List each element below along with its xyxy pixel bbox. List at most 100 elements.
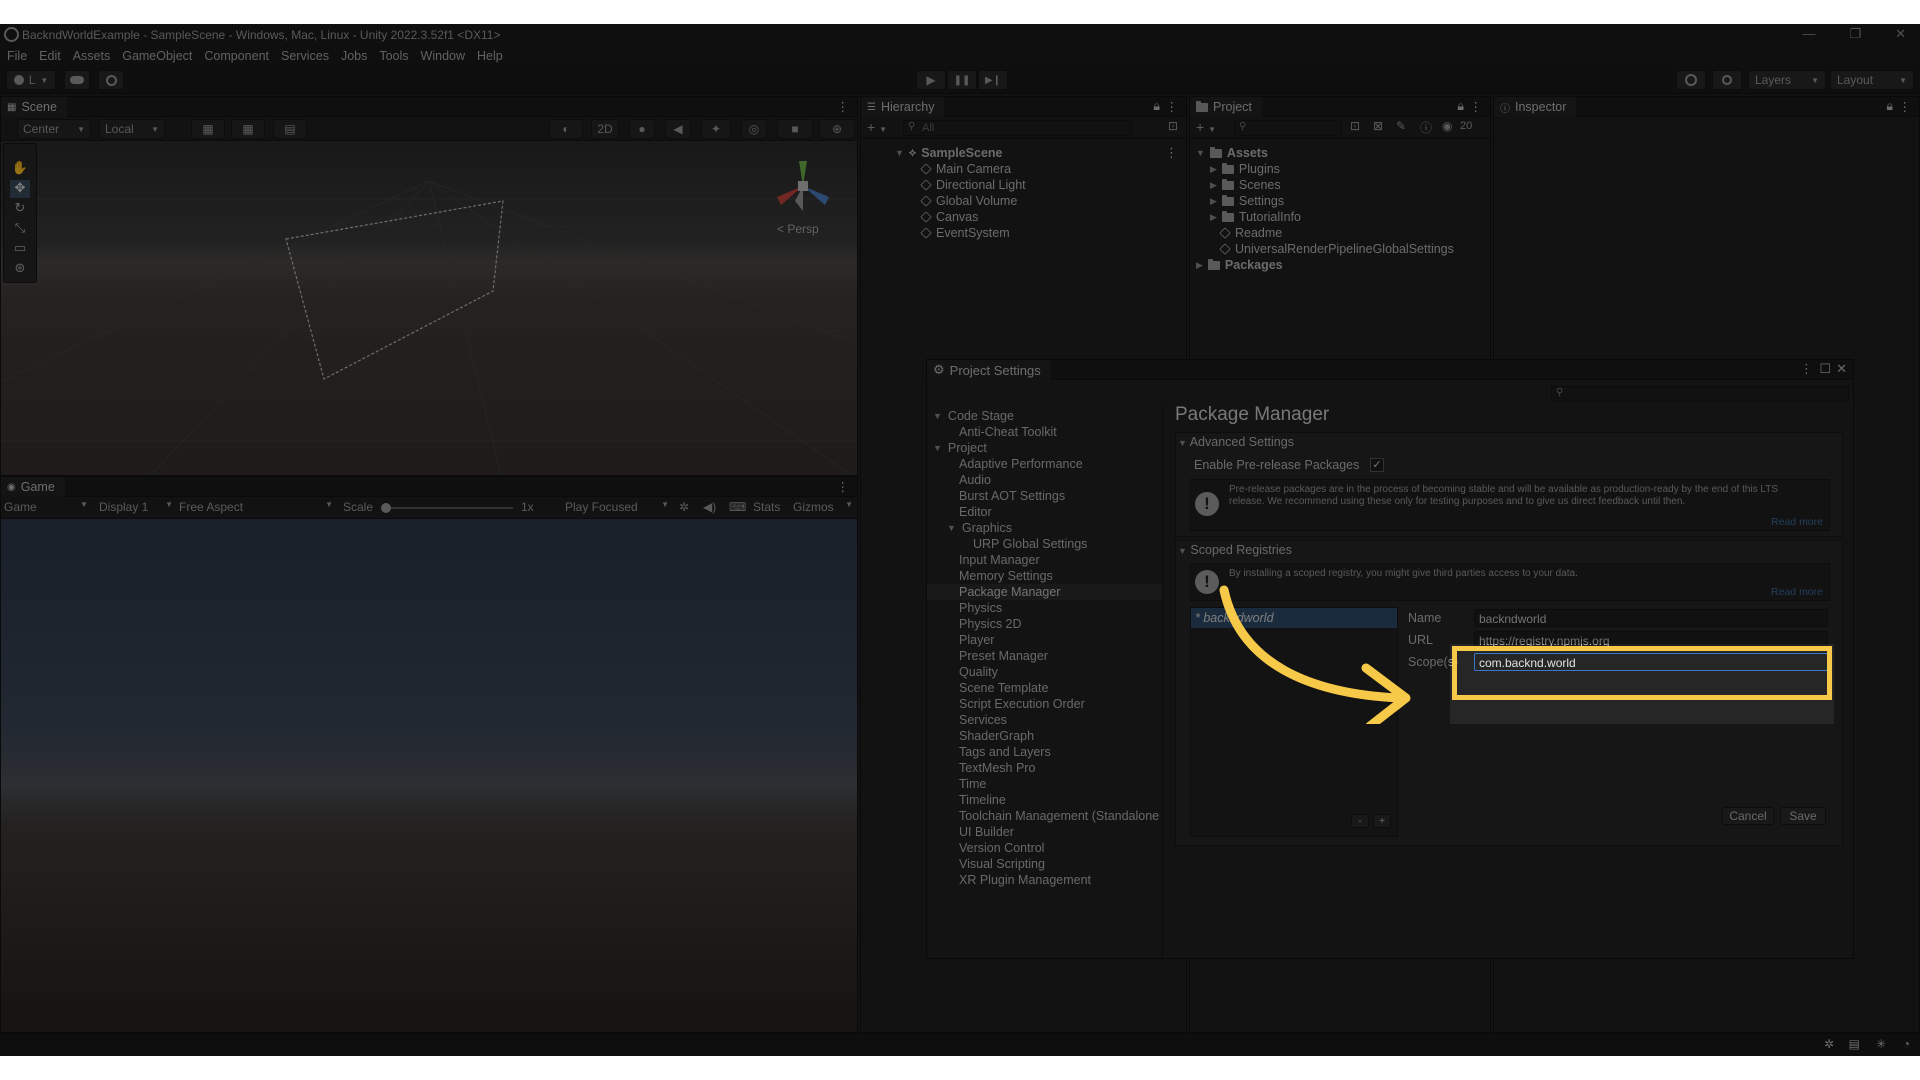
- tab-project-settings[interactable]: ⚙ Project Settings: [927, 360, 1051, 380]
- tree-file-urp-global-settings[interactable]: UniversalRenderPipelineGlobalSettings: [1219, 241, 1454, 257]
- search-by-label-icon[interactable]: ⊠: [1373, 119, 1383, 133]
- menu-help[interactable]: Help: [477, 49, 503, 63]
- nav-time[interactable]: Time: [959, 776, 986, 792]
- space-dropdown[interactable]: Local ▼: [99, 119, 165, 139]
- rect-tool-icon[interactable]: ▭: [10, 240, 30, 258]
- hierarchy-search-input[interactable]: ⚲ All: [903, 120, 1133, 136]
- gizmos-dropdown[interactable]: ⊕: [819, 119, 855, 139]
- minimize-button[interactable]: —: [1802, 26, 1815, 42]
- persp-label[interactable]: < Persp: [777, 222, 819, 236]
- tab-project[interactable]: Project: [1190, 97, 1262, 117]
- maximize-button[interactable]: ❐: [1849, 26, 1861, 42]
- lighting-toggle[interactable]: ●: [629, 119, 655, 139]
- tag-icon[interactable]: ✎: [1396, 119, 1406, 133]
- tree-scene-root[interactable]: ▼ ⟡ SampleScene: [895, 145, 1003, 161]
- tree-assets-root[interactable]: ▼ Assets: [1196, 145, 1268, 161]
- play-button[interactable]: ▶: [916, 70, 946, 90]
- transform-tool-icon[interactable]: ⊛: [10, 260, 30, 278]
- nav-memory-settings[interactable]: Memory Settings: [959, 568, 1053, 584]
- expand-icon[interactable]: ▶: [1210, 164, 1217, 175]
- nav-toolchain-management[interactable]: Toolchain Management (Standalone: [959, 808, 1159, 824]
- grid-snap-button[interactable]: ▦: [191, 119, 225, 139]
- expand-icon[interactable]: ▶: [1210, 196, 1217, 207]
- align-button[interactable]: ▤: [273, 119, 307, 139]
- tree-item-canvas[interactable]: Canvas: [920, 209, 978, 225]
- nav-adaptive-performance[interactable]: Adaptive Performance: [959, 456, 1083, 472]
- tree-item-main-camera[interactable]: Main Camera: [920, 161, 1011, 177]
- cloud-button[interactable]: [64, 70, 90, 90]
- bug-report-icon[interactable]: ✲: [1824, 1037, 1834, 1051]
- cache-server-icon[interactable]: ▤: [1849, 1037, 1860, 1051]
- nav-player[interactable]: Player: [959, 632, 994, 648]
- tree-item-directional-light[interactable]: Directional Light: [920, 177, 1026, 193]
- move-tool-icon[interactable]: ✥: [10, 180, 30, 198]
- tree-folder-scenes[interactable]: ▶ Scenes: [1210, 177, 1281, 193]
- account-dropdown[interactable]: L ▼: [6, 70, 56, 90]
- more-options-icon[interactable]: ⋮: [1470, 99, 1483, 114]
- search-button[interactable]: [1712, 70, 1742, 90]
- read-more-link[interactable]: Read more: [1771, 516, 1823, 528]
- draw-mode-button[interactable]: ◐: [549, 119, 583, 139]
- save-button[interactable]: Save: [1780, 807, 1826, 825]
- layout-dropdown[interactable]: Layout ▼: [1830, 70, 1914, 90]
- menu-window[interactable]: Window: [421, 49, 465, 63]
- audio-mute-icon[interactable]: ◀): [703, 500, 716, 514]
- nav-urp-global-settings[interactable]: URP Global Settings: [973, 536, 1087, 552]
- tree-item-eventsystem[interactable]: EventSystem: [920, 225, 1010, 241]
- keyboard-icon[interactable]: ⌨: [729, 500, 746, 514]
- undo-history-button[interactable]: [1676, 70, 1706, 90]
- camera-dropdown[interactable]: ■: [777, 119, 813, 139]
- bug-icon[interactable]: ✲: [679, 500, 689, 514]
- lock-icon[interactable]: 🔒︎: [1153, 99, 1160, 114]
- nav-physics-2d[interactable]: Physics 2D: [959, 616, 1022, 632]
- project-search-input[interactable]: ⚲: [1234, 120, 1342, 136]
- registry-scope-field[interactable]: com.backnd.world: [1474, 653, 1828, 671]
- scene-options-icon[interactable]: ⋮: [1165, 145, 1178, 161]
- nav-xr-plugin-management[interactable]: XR Plugin Management: [959, 872, 1091, 888]
- expand-icon[interactable]: ▼: [947, 523, 956, 533]
- tree-folder-plugins[interactable]: ▶ Plugins: [1210, 161, 1280, 177]
- scale-slider-thumb[interactable]: [381, 503, 391, 513]
- nav-textmesh-pro[interactable]: TextMesh Pro: [959, 760, 1035, 776]
- auto-generate-lighting-icon[interactable]: ✳: [1876, 1037, 1886, 1051]
- effects-toggle[interactable]: ✦: [701, 119, 731, 139]
- nav-preset-manager[interactable]: Preset Manager: [959, 648, 1048, 664]
- settings-search-input[interactable]: ⚲: [1551, 386, 1849, 402]
- search-by-type-icon[interactable]: ⊡: [1350, 119, 1360, 133]
- nav-project[interactable]: ▼ Project: [933, 440, 987, 456]
- registry-list-item-selected[interactable]: * backndworld: [1191, 608, 1397, 628]
- tab-game[interactable]: ◉ Game: [1, 477, 65, 497]
- nav-editor[interactable]: Editor: [959, 504, 992, 520]
- audio-toggle[interactable]: ◀: [665, 119, 691, 139]
- cancel-button[interactable]: Cancel: [1722, 807, 1774, 825]
- nav-audio[interactable]: Audio: [959, 472, 991, 488]
- tree-file-readme[interactable]: Readme: [1219, 225, 1282, 241]
- expand-icon[interactable]: ▶: [1210, 212, 1217, 223]
- nav-quality[interactable]: Quality: [959, 664, 998, 680]
- display-dropdown[interactable]: Display 1 ▼: [99, 500, 173, 514]
- prerelease-checkbox[interactable]: ✓: [1370, 458, 1384, 472]
- nav-shadergraph[interactable]: ShaderGraph: [959, 728, 1034, 744]
- scene-filter-icon[interactable]: ⊡: [1168, 119, 1178, 133]
- registry-url-field[interactable]: https://registry.npmjs.org: [1474, 631, 1828, 649]
- tab-scene[interactable]: ▦ Scene: [1, 97, 67, 117]
- advanced-settings-header[interactable]: ▼ Advanced Settings: [1178, 435, 1294, 449]
- expand-icon[interactable]: ▼: [933, 411, 942, 421]
- nav-code-stage[interactable]: ▼ Code Stage: [933, 408, 1014, 424]
- close-button[interactable]: ✕: [1895, 26, 1906, 42]
- lock-icon[interactable]: 🔒︎: [1457, 99, 1464, 114]
- scale-tool-icon[interactable]: ⤡: [10, 220, 30, 238]
- step-button[interactable]: ▶❙: [978, 70, 1008, 90]
- nav-tags-and-layers[interactable]: Tags and Layers: [959, 744, 1051, 760]
- info-icon[interactable]: ⓘ: [1420, 119, 1432, 136]
- 2d-toggle-button[interactable]: 2D: [591, 119, 619, 139]
- tree-folder-tutorialinfo[interactable]: ▶ TutorialInfo: [1210, 209, 1301, 225]
- nav-script-execution-order[interactable]: Script Execution Order: [959, 696, 1085, 712]
- remove-registry-button[interactable]: -: [1351, 814, 1369, 828]
- maximize-icon[interactable]: ☐: [1819, 361, 1831, 377]
- rotate-tool-icon[interactable]: ↻: [10, 200, 30, 218]
- stats-button[interactable]: Stats: [753, 500, 780, 514]
- menu-component[interactable]: Component: [204, 49, 269, 63]
- scale-slider[interactable]: [381, 503, 513, 513]
- increment-snap-button[interactable]: ▦: [231, 119, 265, 139]
